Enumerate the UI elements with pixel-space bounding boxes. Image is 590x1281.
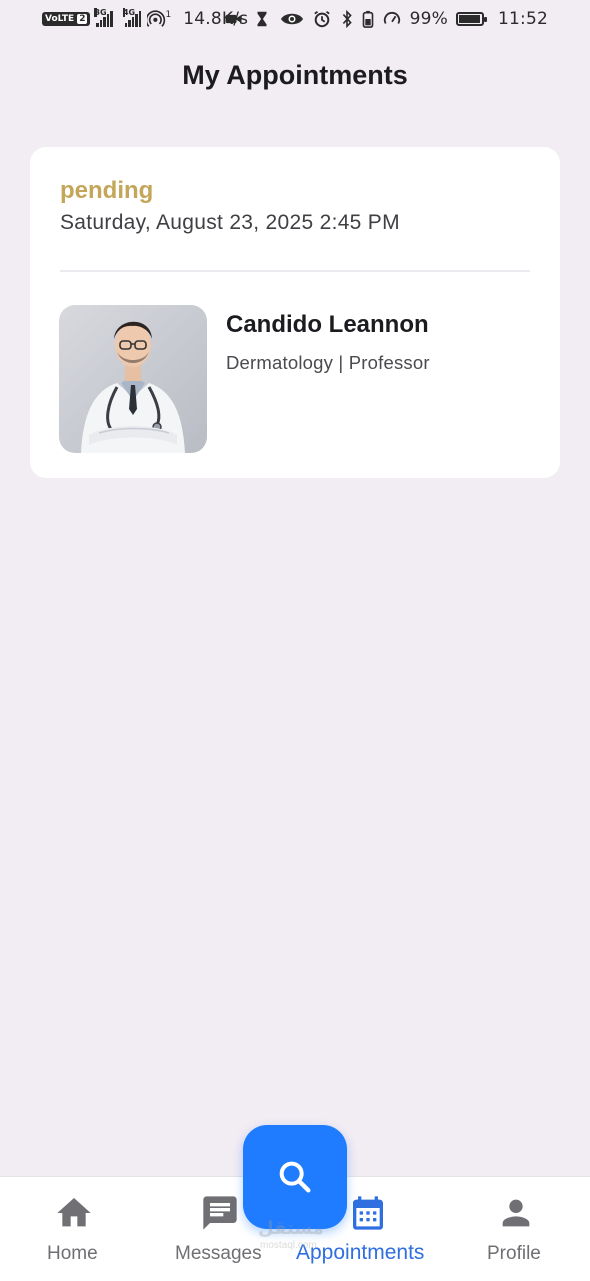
search-fab-button[interactable] <box>243 1125 347 1229</box>
page-title: My Appointments <box>182 60 408 90</box>
doctor-name: Candido Leannon <box>226 311 429 338</box>
watermark-url: mostaql.com <box>260 1240 317 1251</box>
bluetooth-icon <box>342 10 352 28</box>
video-camera-icon <box>225 14 242 24</box>
appointment-datetime: Saturday, August 23, 2025 2:45 PM <box>60 211 400 234</box>
signal-3g-icon: 3G <box>94 8 113 27</box>
nav-label-profile: Profile <box>487 1243 541 1264</box>
hourglass-icon <box>257 11 267 27</box>
nav-label-messages: Messages <box>175 1243 262 1264</box>
signal-4g-icon: 4G <box>122 8 142 27</box>
home-icon <box>57 1198 91 1227</box>
nav-label-home: Home <box>47 1243 98 1264</box>
watermark-arabic: مستقل <box>258 1218 324 1238</box>
volte-indicator: VoLTE 2 <box>42 12 91 26</box>
card-divider <box>60 270 530 272</box>
watermark: مستقل mostaql.com <box>258 1218 338 1258</box>
speedometer-icon <box>383 11 400 24</box>
clock: 11:52 <box>498 9 548 29</box>
nav-item-home[interactable]: Home <box>34 1177 114 1281</box>
search-icon <box>279 1161 311 1193</box>
nav-item-profile[interactable]: Profile <box>476 1177 556 1281</box>
doctor-avatar <box>59 305 207 453</box>
hotspot-icon <box>147 10 166 27</box>
battery-saver-icon <box>362 10 373 28</box>
message-icon <box>203 1196 237 1230</box>
calendar-icon <box>353 1196 383 1230</box>
doctor-specialty: Dermatology | Professor <box>226 352 430 373</box>
hotspot-count: 1 <box>165 10 172 20</box>
appointment-status: pending <box>60 177 154 204</box>
appointment-card[interactable]: pending Saturday, August 23, 2025 2:45 P… <box>30 147 560 478</box>
eye-icon <box>280 13 303 25</box>
battery-icon <box>456 12 487 26</box>
status-bar: VoLTE 2 3G 4G 1 14.8K/s 99% 11:52 <box>0 0 590 40</box>
alarm-icon <box>313 11 330 28</box>
person-icon <box>502 1199 530 1227</box>
battery-percent: 99% <box>409 9 448 29</box>
